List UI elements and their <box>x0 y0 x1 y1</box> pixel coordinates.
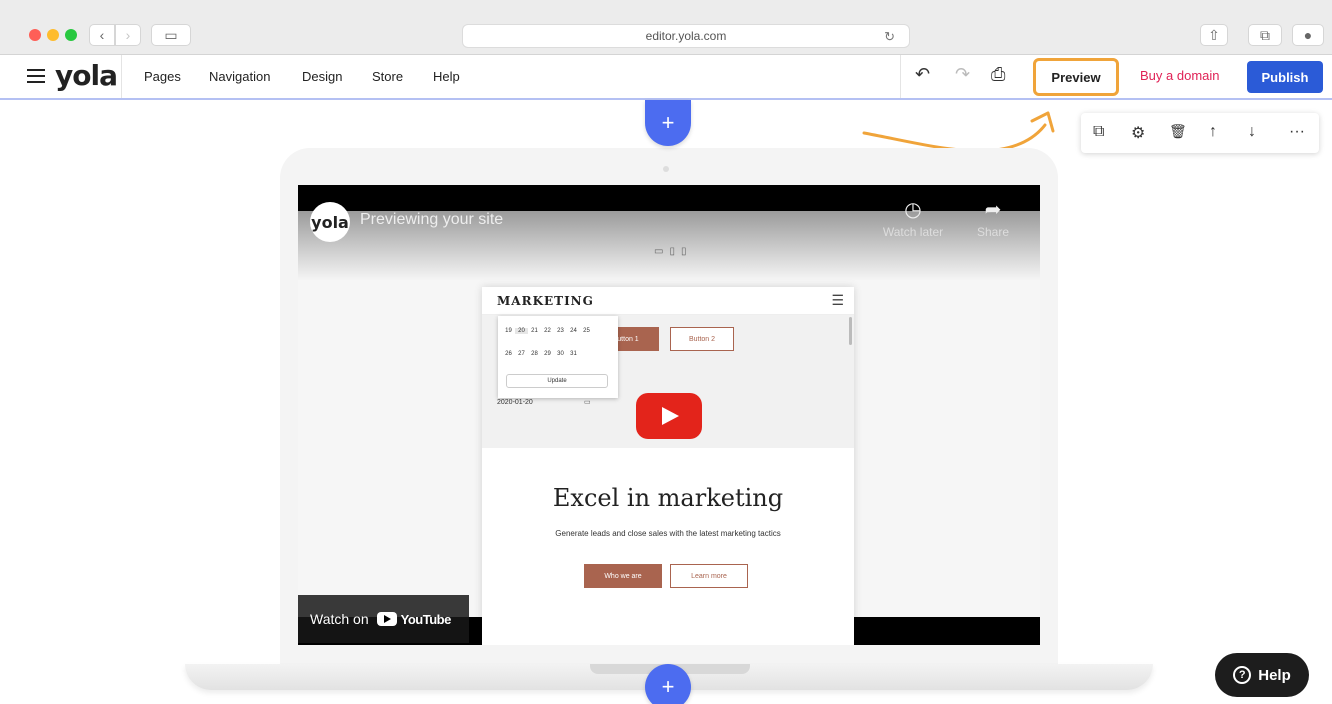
back-icon[interactable]: ‹ <box>89 24 115 46</box>
hero-title: Excel in marketing <box>552 484 784 512</box>
site-menu-icon: ☰ <box>831 292 844 308</box>
scrollbar <box>849 317 852 345</box>
duplicate-icon[interactable]: ⧉ <box>1093 123 1104 141</box>
tab-overview-icon[interactable]: ⧉ <box>1248 24 1282 46</box>
date-picker: 19 20 21 22 23 24 25 26 27 28 29 30 31 U… <box>498 316 618 398</box>
site-title: MARKETING <box>497 294 594 308</box>
watch-later-button[interactable]: ◷ Watch later <box>878 197 948 241</box>
buy-domain-link[interactable]: Buy a domain <box>1140 68 1220 83</box>
share-icon[interactable]: ⇧ <box>1200 24 1228 46</box>
block-toolbar: ⧉ ⚙ 🗑 ↑ ↓ ··· <box>1081 113 1319 153</box>
cta-who-we-are: Who we are <box>584 564 662 588</box>
menu-design[interactable]: Design <box>302 69 342 84</box>
delete-icon[interactable]: 🗑 <box>1169 123 1187 140</box>
undo-icon[interactable]: ↶ <box>915 64 930 85</box>
move-up-icon[interactable]: ↑ <box>1209 123 1217 141</box>
header-divider <box>900 55 901 98</box>
camera-dot <box>663 166 669 172</box>
watch-on-label: Watch on <box>310 611 369 627</box>
add-section-button[interactable]: + <box>645 100 691 146</box>
help-button[interactable]: ? Help <box>1215 653 1309 697</box>
safari-toolbar: ‹ › ▭ editor.yola.com ↻ ⇧ ⧉ ● <box>0 0 1332 55</box>
menu-store[interactable]: Store <box>372 69 403 84</box>
embedded-video[interactable]: MARKETING ☰ utton 1 Button 2 19 20 21 22… <box>298 185 1040 645</box>
move-down-icon[interactable]: ↓ <box>1248 123 1256 141</box>
site-preview-mobile: MARKETING ☰ utton 1 Button 2 19 20 21 22… <box>482 287 854 645</box>
calendar-update-button: Update <box>506 374 608 388</box>
calendar-icon: ▭ <box>584 399 591 406</box>
hamburger-menu-icon[interactable] <box>27 69 45 83</box>
youtube-wordmark: YouTube <box>400 611 452 627</box>
yola-logo[interactable]: yola <box>55 59 118 92</box>
youtube-play-icon <box>376 612 397 626</box>
close-window-button[interactable] <box>29 29 41 41</box>
minimize-window-button[interactable] <box>47 29 59 41</box>
share-arrow-icon: ➦ <box>984 199 1002 221</box>
video-title[interactable]: Previewing your site <box>360 211 503 229</box>
header-divider <box>121 55 122 98</box>
question-icon: ? <box>1233 666 1252 684</box>
cta-learn-more: Learn more <box>670 564 748 588</box>
publish-button[interactable]: Publish <box>1247 61 1323 93</box>
device-toggle-icons: ▭▯▯ <box>654 246 693 257</box>
watch-later-label: Watch later <box>882 225 944 239</box>
help-label: Help <box>1258 666 1291 684</box>
play-button[interactable] <box>636 393 702 439</box>
settings-icon[interactable]: ⚙ <box>1131 123 1145 143</box>
zoom-window-button[interactable] <box>65 29 77 41</box>
forward-icon[interactable]: › <box>115 24 141 46</box>
menu-navigation[interactable]: Navigation <box>209 69 270 84</box>
hero-subtitle: Generate leads and close sales with the … <box>555 529 781 538</box>
browser-window: ‹ › ▭ editor.yola.com ↻ ⇧ ⧉ ● yola Pages… <box>0 0 1332 704</box>
share-label: Share <box>976 225 1010 239</box>
sidebar-toggle-icon[interactable]: ▭ <box>151 24 191 46</box>
watch-on-youtube-button[interactable]: Watch on YouTube <box>298 595 469 643</box>
redo-icon[interactable]: ↷ <box>955 64 970 85</box>
editor-header: yola Pages Navigation Design Store Help … <box>0 55 1332 100</box>
channel-logo[interactable]: yola <box>310 202 350 242</box>
date-value: 2020-01-20 <box>497 399 533 406</box>
address-bar[interactable]: editor.yola.com ↻ <box>462 24 910 48</box>
site-header: MARKETING ☰ <box>482 287 854 315</box>
reload-icon[interactable]: ↻ <box>884 29 895 45</box>
menu-help[interactable]: Help <box>433 69 460 84</box>
add-section-button[interactable]: + <box>645 664 691 704</box>
save-icon[interactable]: ⎙ <box>991 64 1005 85</box>
clock-icon: ◷ <box>904 199 922 221</box>
more-options-icon[interactable]: ··· <box>1289 123 1305 141</box>
downloads-icon[interactable]: ● <box>1292 24 1324 46</box>
menu-pages[interactable]: Pages <box>144 69 181 84</box>
site-button-2: Button 2 <box>670 327 734 351</box>
url-text: editor.yola.com <box>645 29 727 43</box>
calendar-week-row: 26 27 28 29 30 31 <box>505 351 577 357</box>
preview-button[interactable]: Preview <box>1033 58 1119 96</box>
share-button[interactable]: ➦ Share <box>958 197 1028 241</box>
calendar-week-row: 19 20 21 22 23 24 25 <box>505 328 590 334</box>
